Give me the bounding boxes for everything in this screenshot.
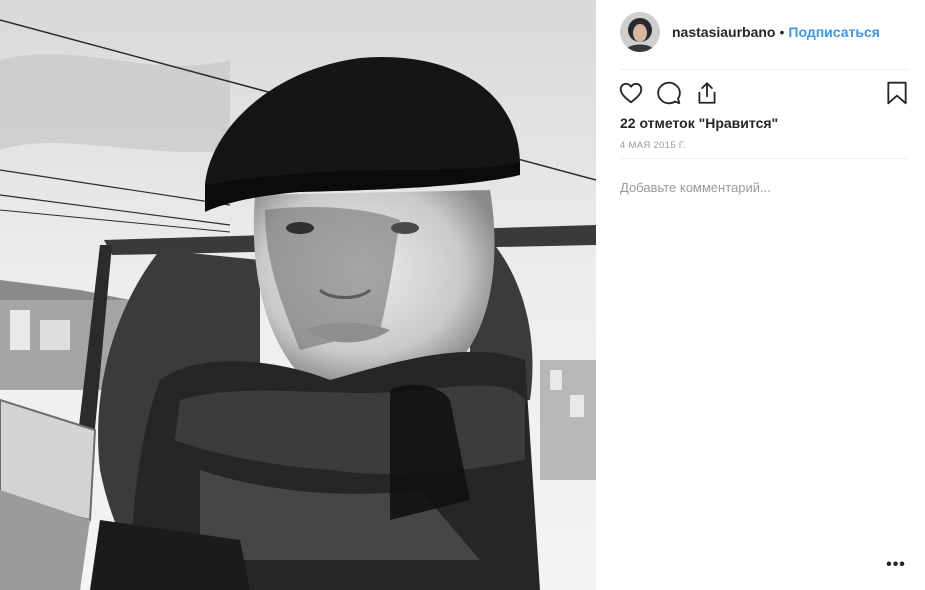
post-date[interactable]: 4 МАЯ 2015 Г. [620, 140, 686, 151]
more-options-icon[interactable]: ••• [884, 556, 908, 574]
follow-button[interactable]: Подписаться [788, 24, 880, 40]
divider [620, 69, 909, 70]
bookmark-icon[interactable] [884, 80, 912, 108]
post-header: nastasiaurbano • Подписаться [620, 10, 910, 54]
comment-input[interactable] [620, 176, 890, 198]
avatar[interactable] [620, 12, 660, 52]
header-separator: • [779, 24, 785, 40]
action-bar [618, 80, 912, 108]
likes-count[interactable]: 22 отметок "Нравится" [620, 115, 778, 131]
share-icon[interactable] [694, 80, 722, 108]
post-photo-image [0, 0, 596, 590]
divider [620, 158, 909, 159]
avatar-image [620, 12, 660, 52]
post-side-panel: nastasiaurbano • Подписаться 22 отметок … [596, 0, 925, 590]
post-photo[interactable] [0, 0, 596, 590]
heart-icon[interactable] [618, 80, 646, 108]
speech-bubble-icon[interactable] [656, 80, 684, 108]
username-link[interactable]: nastasiaurbano [672, 24, 775, 40]
